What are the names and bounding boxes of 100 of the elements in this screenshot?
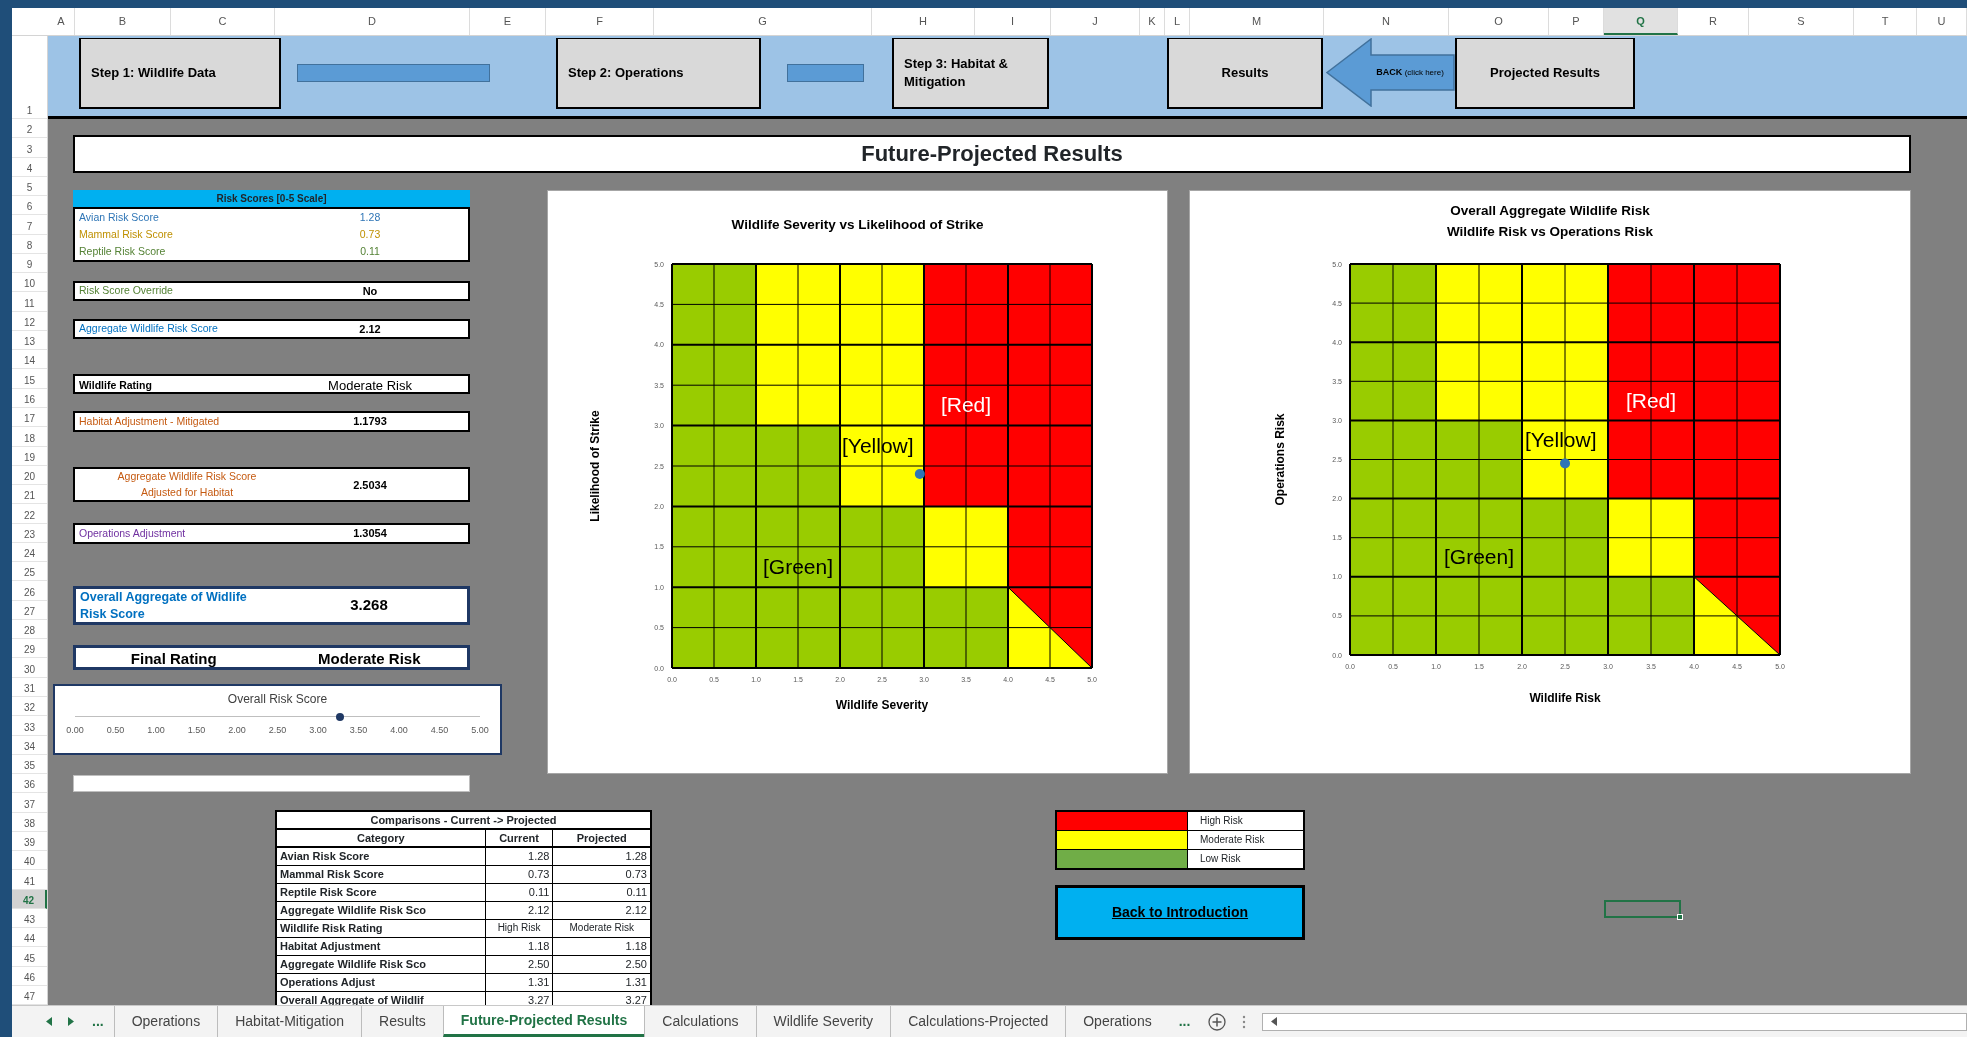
selected-cell[interactable]: [1604, 900, 1681, 918]
nav-button[interactable]: Results: [1167, 38, 1323, 109]
sheet-tab[interactable]: Operations: [113, 1006, 218, 1037]
scroll-right-icon[interactable]: [68, 1017, 74, 1026]
more-tabs-button[interactable]: ...: [1168, 1006, 1201, 1037]
table-cell: 1.28: [485, 847, 553, 865]
row-header[interactable]: 20: [12, 465, 47, 486]
row-header[interactable]: 27: [12, 600, 47, 620]
table-cell: High Risk: [485, 919, 553, 937]
row-header[interactable]: 39: [12, 831, 47, 852]
table-cell: Aggregate Wildlife Risk Sco: [276, 901, 486, 919]
row-header[interactable]: 3: [12, 138, 47, 158]
row-header[interactable]: 26: [12, 581, 47, 601]
column-header[interactable]: M: [1190, 8, 1324, 35]
row-header[interactable]: 11: [12, 292, 47, 312]
column-header[interactable]: D: [275, 8, 470, 35]
column-header[interactable]: O: [1449, 8, 1549, 35]
field-value: Moderate Risk: [316, 649, 422, 669]
nav-button[interactable]: Step 3: Habitat & Mitigation: [892, 38, 1049, 109]
row-header[interactable]: 23: [12, 523, 47, 543]
row-header[interactable]: 45: [12, 947, 47, 967]
row-header[interactable]: 41: [12, 870, 47, 890]
nav-button[interactable]: Step 2: Operations: [556, 38, 761, 109]
row-header[interactable]: 40: [12, 851, 47, 871]
axis-title: Likelihood of Strike: [588, 410, 602, 522]
column-header[interactable]: N: [1324, 8, 1449, 35]
field-label: Aggregate Wildlife Risk Score: [78, 321, 219, 337]
row-header[interactable]: 15: [12, 369, 47, 389]
column-header[interactable]: U: [1917, 8, 1967, 35]
row-header[interactable]: 28: [12, 619, 47, 640]
row-header[interactable]: 33: [12, 716, 47, 736]
row-header[interactable]: 17: [12, 408, 47, 428]
column-header[interactable]: S: [1749, 8, 1854, 35]
row-header[interactable]: 22: [12, 504, 47, 524]
row-header[interactable]: 2: [12, 119, 47, 139]
row-header[interactable]: 9: [12, 253, 47, 274]
row-header[interactable]: 44: [12, 928, 47, 948]
sheet-tab[interactable]: Wildlife Severity: [755, 1006, 891, 1037]
scroll-left-icon[interactable]: [1271, 1017, 1278, 1026]
column-header[interactable]: K: [1140, 8, 1165, 35]
column-header[interactable]: T: [1854, 8, 1917, 35]
sheet-tab[interactable]: Habitat-Mitigation: [217, 1006, 362, 1037]
back-to-introduction-button[interactable]: Back to Introduction: [1055, 885, 1305, 940]
row-header[interactable]: 35: [12, 754, 47, 775]
column-header[interactable]: A: [48, 8, 75, 35]
row-header[interactable]: 1: [12, 36, 47, 119]
sheet-tab[interactable]: Calculations-Projected: [890, 1006, 1066, 1037]
column-header[interactable]: J: [1051, 8, 1140, 35]
sheet-tab[interactable]: Results: [361, 1006, 443, 1037]
column-header[interactable]: G: [654, 8, 872, 35]
sheet-tab[interactable]: Calculations: [644, 1006, 756, 1037]
row-header[interactable]: 18: [12, 427, 47, 447]
scroll-left-icon[interactable]: [46, 1017, 52, 1026]
row-header[interactable]: 29: [12, 639, 47, 659]
row-header[interactable]: 7: [12, 215, 47, 235]
row-header[interactable]: 37: [12, 793, 47, 813]
field-value: No: [361, 284, 379, 299]
row-header[interactable]: 13: [12, 330, 47, 351]
row-header[interactable]: 24: [12, 542, 47, 563]
row-header[interactable]: 4: [12, 157, 47, 177]
row-header[interactable]: 5: [12, 176, 47, 197]
row-header[interactable]: 30: [12, 658, 47, 678]
row-header[interactable]: 21: [12, 485, 47, 505]
horizontal-scrollbar[interactable]: [1262, 1012, 1967, 1031]
row-header[interactable]: 46: [12, 966, 47, 986]
add-icon[interactable]: [1208, 1012, 1227, 1031]
column-header[interactable]: E: [470, 8, 546, 35]
row-header[interactable]: 32: [12, 696, 47, 717]
row-header[interactable]: 16: [12, 388, 47, 408]
field-label: Wildlife Rating: [78, 377, 153, 393]
column-header[interactable]: I: [975, 8, 1051, 35]
column-header[interactable]: H: [872, 8, 975, 35]
row-header[interactable]: 8: [12, 234, 47, 254]
row-header[interactable]: 10: [12, 273, 47, 293]
column-header[interactable]: B: [75, 8, 171, 35]
sheet-tab[interactable]: Future-Projected Results: [442, 1006, 645, 1037]
nav-button[interactable]: Projected Results: [1455, 38, 1635, 109]
column-header[interactable]: L: [1165, 8, 1190, 35]
row-header[interactable]: 14: [12, 350, 47, 370]
row-header[interactable]: 12: [12, 311, 47, 331]
splitter-icon[interactable]: [1242, 1014, 1247, 1029]
row-header[interactable]: 25: [12, 562, 47, 582]
column-header[interactable]: Q: [1604, 8, 1678, 35]
back-arrow-button[interactable]: BACK (click here): [1326, 38, 1455, 107]
sheet-tab[interactable]: Operations: [1065, 1006, 1169, 1037]
row-header[interactable]: 36: [12, 774, 47, 794]
row-header[interactable]: 38: [12, 812, 47, 832]
row-header[interactable]: 6: [12, 196, 47, 216]
column-header[interactable]: F: [546, 8, 654, 35]
row-header[interactable]: 19: [12, 446, 47, 466]
nav-button[interactable]: Step 1: Wildlife Data: [79, 38, 281, 109]
row-header[interactable]: 34: [12, 735, 47, 755]
column-header[interactable]: C: [171, 8, 275, 35]
more-tabs-button[interactable]: ...: [82, 1006, 114, 1037]
row-header[interactable]: 43: [12, 908, 47, 929]
row-header[interactable]: 31: [12, 677, 47, 697]
table-cell: Aggregate Wildlife Risk Sco: [276, 955, 486, 973]
score-value: 0.73: [358, 226, 382, 242]
table-cell: Operations Adjust: [276, 973, 486, 991]
column-header[interactable]: R: [1678, 8, 1749, 35]
